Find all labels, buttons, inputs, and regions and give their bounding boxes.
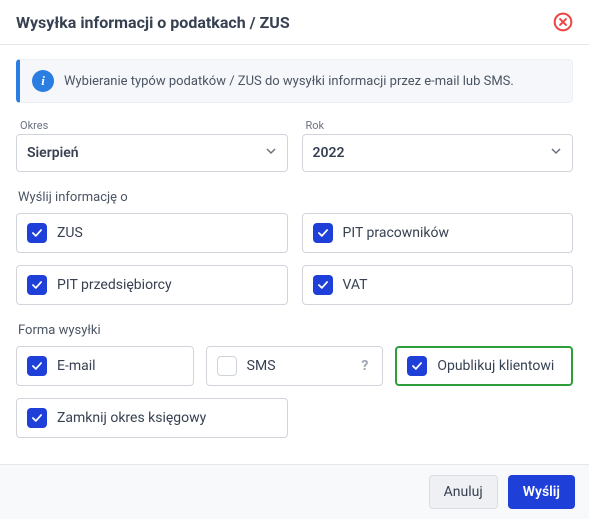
modal-title: Wysyłka informacji o podatkach / ZUS: [16, 13, 290, 32]
close-icon: [553, 12, 573, 32]
option-publish-client-label: Opublikuj klientowi: [437, 358, 554, 374]
checkbox-email[interactable]: [27, 356, 47, 376]
year-select[interactable]: 2022: [302, 134, 574, 172]
modal: Wysyłka informacji o podatkach / ZUS i W…: [0, 0, 589, 519]
period-year-row: Okres Sierpień Rok 2022: [16, 119, 573, 172]
cancel-button[interactable]: Anuluj: [429, 475, 498, 509]
check-icon: [30, 226, 44, 240]
caret-down-icon: [550, 145, 562, 161]
check-icon: [30, 359, 44, 373]
modal-header: Wysyłka informacji o podatkach / ZUS: [0, 0, 589, 45]
send-button-label: Wyślij: [523, 484, 560, 500]
tax-options: ZUS PIT pracowników PIT przedsiębiorcy V…: [16, 213, 573, 305]
check-icon: [30, 411, 44, 425]
option-pit-entrepreneur-label: PIT przedsiębiorcy: [57, 277, 172, 293]
section-label-info: Wyślij informację o: [18, 190, 573, 205]
info-icon: i: [32, 70, 54, 92]
info-text: Wybieranie typów podatków / ZUS do wysył…: [64, 74, 514, 89]
check-icon: [316, 278, 330, 292]
close-button[interactable]: [551, 10, 575, 34]
section-label-delivery: Forma wysyłki: [18, 323, 573, 338]
caret-down-icon: [265, 145, 277, 161]
option-vat[interactable]: VAT: [302, 265, 574, 305]
help-icon[interactable]: ?: [357, 358, 372, 374]
checkbox-publish-client[interactable]: [407, 356, 427, 376]
option-publish-client[interactable]: Opublikuj klientowi: [395, 346, 573, 386]
info-banner: i Wybieranie typów podatków / ZUS do wys…: [16, 59, 573, 103]
option-zus[interactable]: ZUS: [16, 213, 288, 253]
option-sms[interactable]: SMS ?: [206, 346, 384, 386]
modal-footer: Anuluj Wyślij: [0, 464, 589, 519]
option-pit-employees-label: PIT pracowników: [343, 225, 450, 241]
send-button[interactable]: Wyślij: [508, 475, 575, 509]
period-value: Sierpień: [27, 145, 79, 161]
cancel-button-label: Anuluj: [444, 484, 483, 500]
check-icon: [220, 359, 234, 373]
option-vat-label: VAT: [343, 277, 368, 293]
option-email[interactable]: E-mail: [16, 346, 194, 386]
check-icon: [30, 278, 44, 292]
option-pit-entrepreneur[interactable]: PIT przedsiębiorcy: [16, 265, 288, 305]
option-sms-label: SMS: [247, 358, 276, 374]
option-email-label: E-mail: [57, 358, 96, 374]
period-select[interactable]: Sierpień: [16, 134, 288, 172]
checkbox-pit-employees[interactable]: [313, 223, 333, 243]
check-icon: [316, 226, 330, 240]
option-close-period[interactable]: Zamknij okres księgowy: [16, 398, 288, 438]
modal-body: i Wybieranie typów podatków / ZUS do wys…: [0, 45, 589, 464]
period-label: Okres: [20, 119, 288, 132]
checkbox-pit-entrepreneur[interactable]: [27, 275, 47, 295]
checkbox-close-period[interactable]: [27, 408, 47, 428]
option-pit-employees[interactable]: PIT pracowników: [302, 213, 574, 253]
checkbox-zus[interactable]: [27, 223, 47, 243]
year-value: 2022: [313, 145, 345, 161]
checkbox-vat[interactable]: [313, 275, 333, 295]
checkbox-sms[interactable]: [217, 356, 237, 376]
option-close-period-label: Zamknij okres księgowy: [57, 410, 206, 426]
option-zus-label: ZUS: [57, 225, 83, 241]
delivery-options: E-mail SMS ? Opublikuj klientowi: [16, 346, 573, 386]
check-icon: [410, 359, 424, 373]
year-label: Rok: [306, 119, 574, 132]
